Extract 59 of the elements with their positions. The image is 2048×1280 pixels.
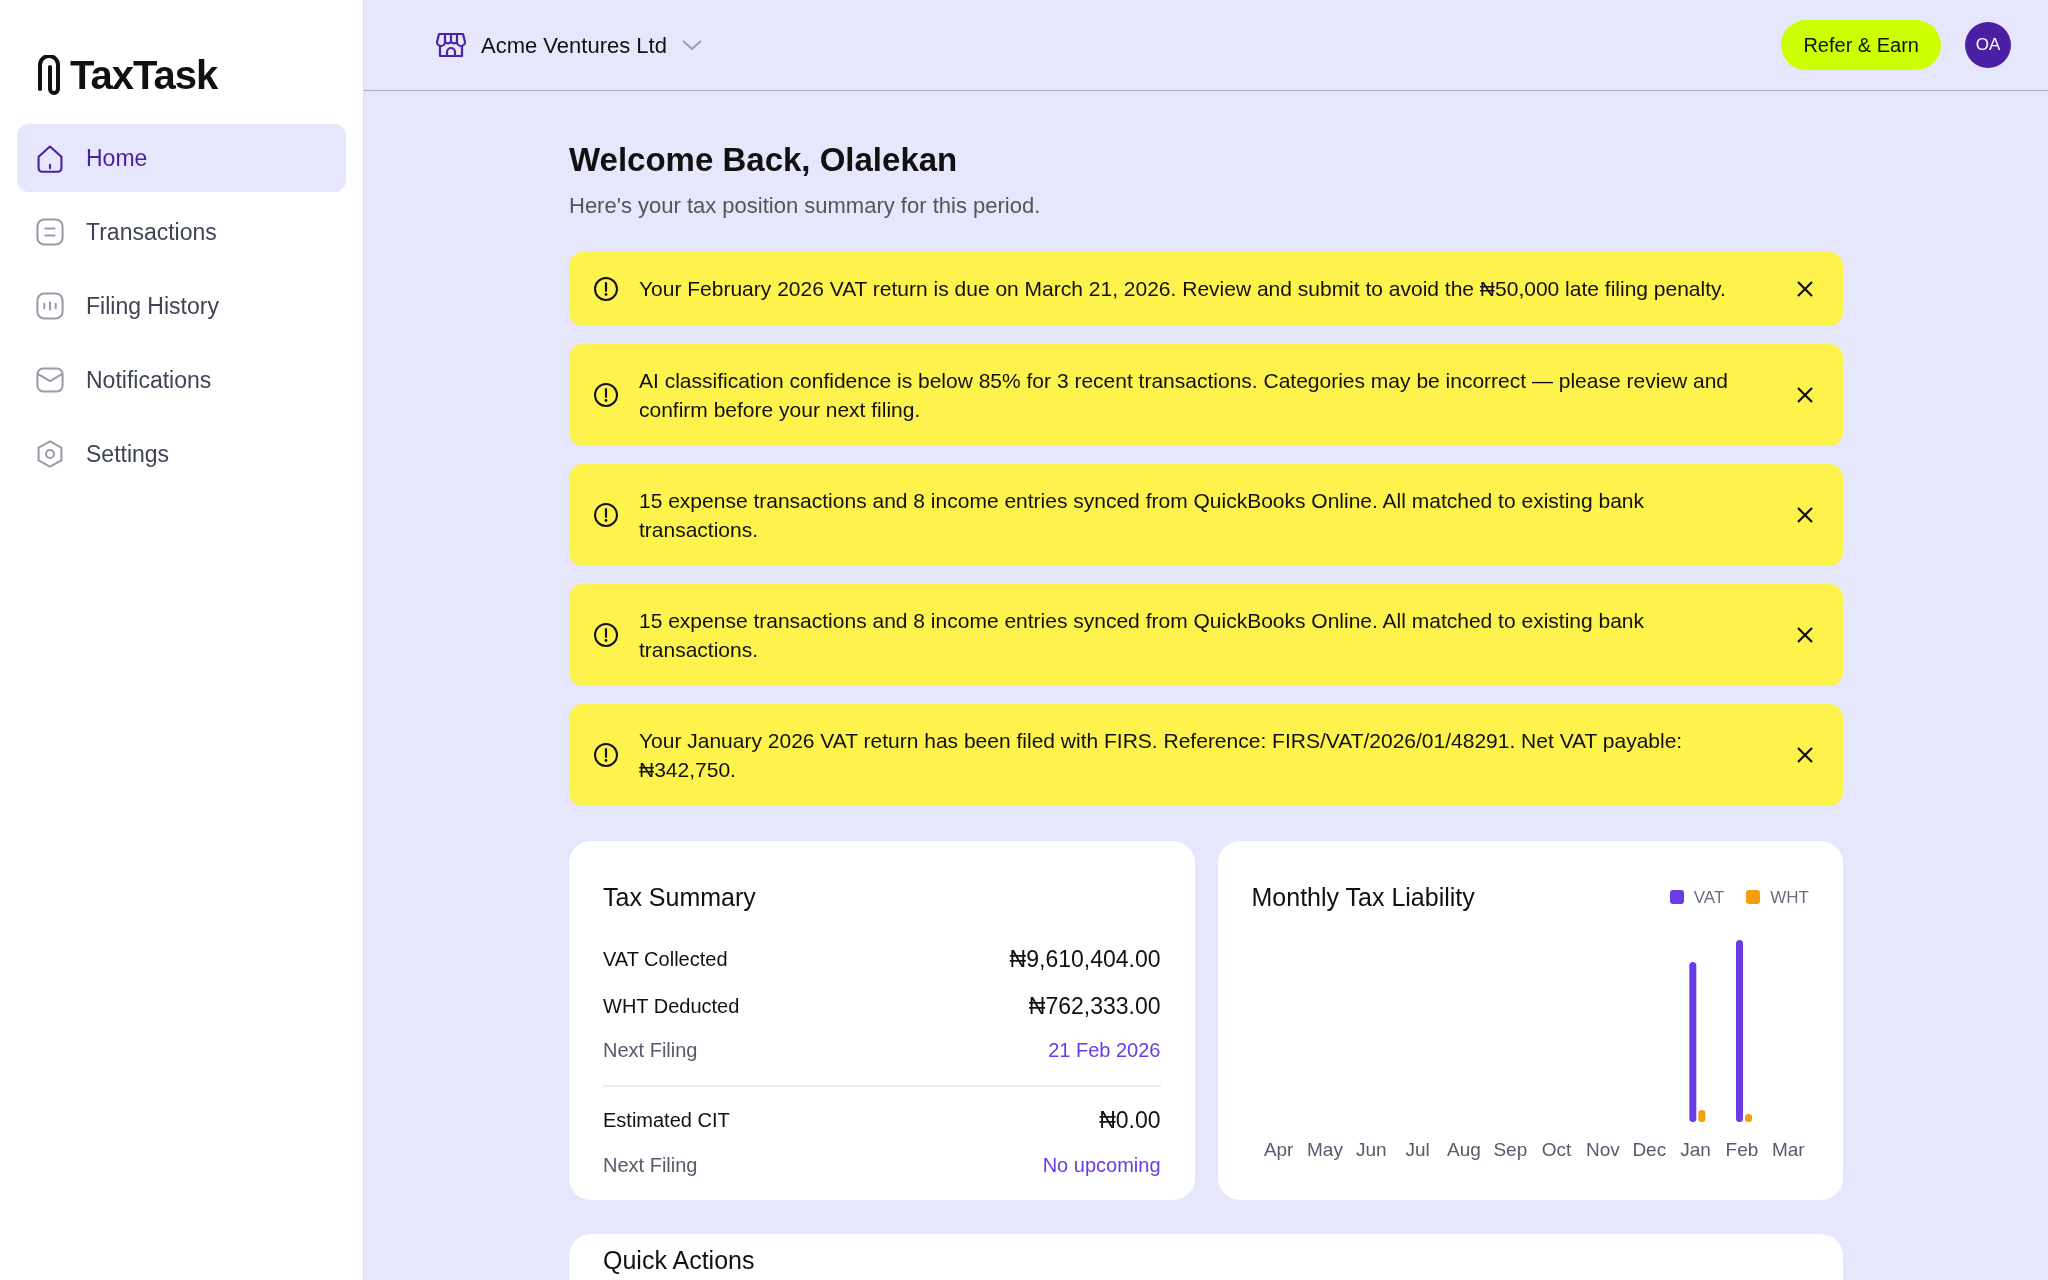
- summary-label: Estimated CIT: [603, 1108, 730, 1134]
- date-value: No upcoming: [1042, 1152, 1161, 1178]
- amount-value: ₦0.00: [1099, 1106, 1161, 1135]
- summary-label: Next Filing: [603, 1152, 698, 1178]
- wht-bar: [1744, 1114, 1752, 1122]
- list-icon: [34, 216, 66, 248]
- chart-icon: [34, 290, 66, 322]
- month-label: Feb: [1724, 1138, 1760, 1162]
- close-icon: [1796, 625, 1814, 644]
- month-label: May: [1306, 1138, 1344, 1162]
- legend-label: VAT: [1693, 886, 1725, 909]
- date-value: 21 Feb 2026: [1048, 1038, 1161, 1063]
- month-label: Sep: [1492, 1138, 1529, 1162]
- legend-label: WHT: [1770, 886, 1809, 909]
- info-icon: [593, 275, 619, 302]
- close-icon: [1796, 745, 1814, 764]
- month-label: Jan: [1679, 1138, 1712, 1162]
- info-icon: [593, 621, 619, 648]
- info-icon: [593, 501, 619, 528]
- summary-label: VAT Collected: [603, 947, 728, 973]
- nav-item[interactable]: Notifications: [17, 346, 346, 414]
- welcome-subtitle: Here's your tax position summary for this period.: [569, 191, 1042, 220]
- nav-item[interactable]: Filing History: [17, 272, 346, 340]
- month-label: Jul: [1404, 1138, 1431, 1162]
- month-label: Nov: [1585, 1138, 1621, 1162]
- amount-value: ₦762,333.00: [1028, 991, 1161, 1021]
- month-label: Mar: [1770, 1138, 1806, 1162]
- month-label: Jun: [1355, 1138, 1388, 1162]
- card-title: Tax Summary: [603, 881, 757, 913]
- alert-message: AI classification confidence is below 85% for 3 recent transactions. Categories may be incorrect — please review and confirm before your next filing.: [639, 367, 1730, 423]
- alert-message: 15 expense transactions and 8 income entries synced from QuickBooks Online. All matched to existing bank transactions.: [639, 607, 1646, 663]
- close-icon: [1796, 505, 1814, 524]
- month-label: Dec: [1631, 1138, 1668, 1162]
- nav-item[interactable]: Home: [17, 124, 346, 192]
- business-selector[interactable]: Acme Ventures Ltd: [435, 28, 703, 62]
- info-icon: [593, 381, 619, 408]
- close-icon: [1796, 385, 1814, 404]
- refer-earn-button[interactable]: Refer & Earn: [1781, 20, 1941, 70]
- card-title: Quick Actions: [603, 1244, 756, 1276]
- close-icon: [1796, 279, 1814, 298]
- card-title: Monthly Tax Liability: [1251, 881, 1475, 913]
- month-label: Apr: [1262, 1138, 1295, 1162]
- wht-bar: [1697, 1110, 1705, 1122]
- alert-message: Your February 2026 VAT return is due on March 21, 2026. Review and submit to avoid the ₦50,000 late filing penalty.: [639, 276, 1727, 302]
- welcome-heading: Welcome Back, Olalekan: [569, 140, 959, 180]
- paperclip-logo-icon: [36, 55, 62, 95]
- summary-label: Next Filing: [603, 1038, 698, 1063]
- nav-item[interactable]: Transactions: [17, 198, 346, 266]
- info-icon: [593, 741, 619, 768]
- chevron-down-icon: [680, 38, 703, 52]
- summary-label: WHT Deducted: [603, 993, 740, 1019]
- amount-value: ₦9,610,404.00: [1009, 945, 1161, 974]
- user-avatar[interactable]: OA: [1965, 22, 2011, 68]
- nav-item[interactable]: Settings: [17, 420, 346, 488]
- brand-name: TaxTask: [70, 52, 218, 99]
- month-label: Aug: [1446, 1138, 1482, 1162]
- alert-message: 15 expense transactions and 8 income entries synced from QuickBooks Online. All matched to existing bank transactions.: [639, 487, 1646, 543]
- alert-message: Your January 2026 VAT return has been filed with FIRS. Reference: FIRS/VAT/2026/01/48291. Net VAT payable: ₦342,750.: [639, 727, 1684, 783]
- month-label: Oct: [1540, 1138, 1573, 1162]
